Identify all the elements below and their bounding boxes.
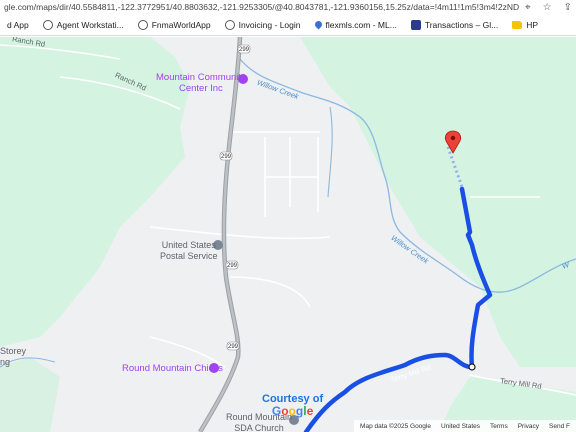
minor-road (149, 226, 331, 240)
place-label-storey: Storey ng (0, 346, 27, 367)
bookmark-star-icon[interactable]: ☆ (543, 2, 552, 13)
terms-link[interactable]: Terms (490, 423, 508, 430)
bookmarks-bar: d App Agent Workstati... FnmaWorldApp In… (0, 14, 576, 36)
bookmark-flexmls[interactable]: flexmls.com - ML... (308, 16, 404, 34)
bookmark-label: HP (526, 19, 539, 30)
country-link[interactable]: United States (441, 423, 480, 430)
svg-text:299: 299 (239, 47, 250, 53)
creek-line (327, 106, 333, 198)
bookmark-agent-workstation[interactable]: Agent Workstati... (36, 16, 131, 34)
send-feedback-link[interactable]: Send F (549, 423, 570, 430)
bookmark-folder-hp[interactable]: HP (505, 16, 545, 34)
bookmark-fnmaworldapp[interactable]: FnmaWorldApp (131, 16, 218, 34)
highway-shield-299: 299 (237, 44, 251, 54)
bookmark-label: Transactions – Gl... (424, 19, 499, 30)
address-bar[interactable]: gle.com/maps/dir/40.5584811,-122.3772951… (0, 0, 576, 14)
bookmark-app[interactable]: d App (0, 16, 36, 34)
route-end-dot (468, 363, 476, 371)
highway-shield-299: 299 (219, 151, 233, 161)
bookmark-transactions[interactable]: Transactions – Gl... (404, 16, 505, 34)
globe-icon (224, 19, 235, 30)
courtesy-watermark: Courtesy of Google (262, 393, 323, 417)
forest-area-east (300, 37, 576, 367)
privacy-link[interactable]: Privacy (518, 423, 539, 430)
map-data-attribution: Map data ©2025 Google (360, 422, 431, 430)
svg-text:299: 299 (227, 263, 238, 269)
bookmark-label: Invoicing - Login (238, 19, 301, 30)
place-label-round-mountain-chicks[interactable]: Round Mountain Chicks (122, 363, 223, 374)
bookmark-invoicing[interactable]: Invoicing - Login (218, 16, 308, 34)
folder-icon (512, 20, 523, 29)
bookmark-label: flexmls.com - ML... (325, 19, 397, 30)
bookmark-label: FnmaWorldApp (151, 19, 211, 30)
map-canvas[interactable]: 299 299 299 299 Ranch Rd Ranch Rd Mounta… (0, 37, 576, 432)
highway-shield-299: 299 (225, 260, 239, 270)
url-text[interactable]: gle.com/maps/dir/40.5584811,-122.3772951… (4, 2, 519, 12)
place-label-post-office[interactable]: United States Postal Service (160, 240, 218, 262)
map-footer: Map data ©2025 Google United States Term… (354, 420, 576, 432)
highway-shield-299: 299 (226, 341, 240, 351)
pin-icon (313, 19, 323, 30)
google-logo: Google (271, 404, 314, 418)
minor-road (229, 276, 311, 308)
svg-text:299: 299 (228, 344, 239, 350)
share-icon[interactable]: ⇪ (564, 2, 572, 13)
forest-area-southwest (0, 357, 60, 432)
globe-icon (137, 19, 148, 30)
place-label-community-center[interactable]: Mountain Community Center Inc (156, 72, 246, 94)
svg-text:299: 299 (221, 154, 232, 160)
globe-icon (42, 19, 53, 30)
bookmark-label: Agent Workstati... (56, 19, 124, 30)
bookmark-label: d App (7, 19, 29, 30)
location-icon[interactable]: ⌖ (525, 2, 531, 13)
transactions-icon (410, 19, 421, 30)
